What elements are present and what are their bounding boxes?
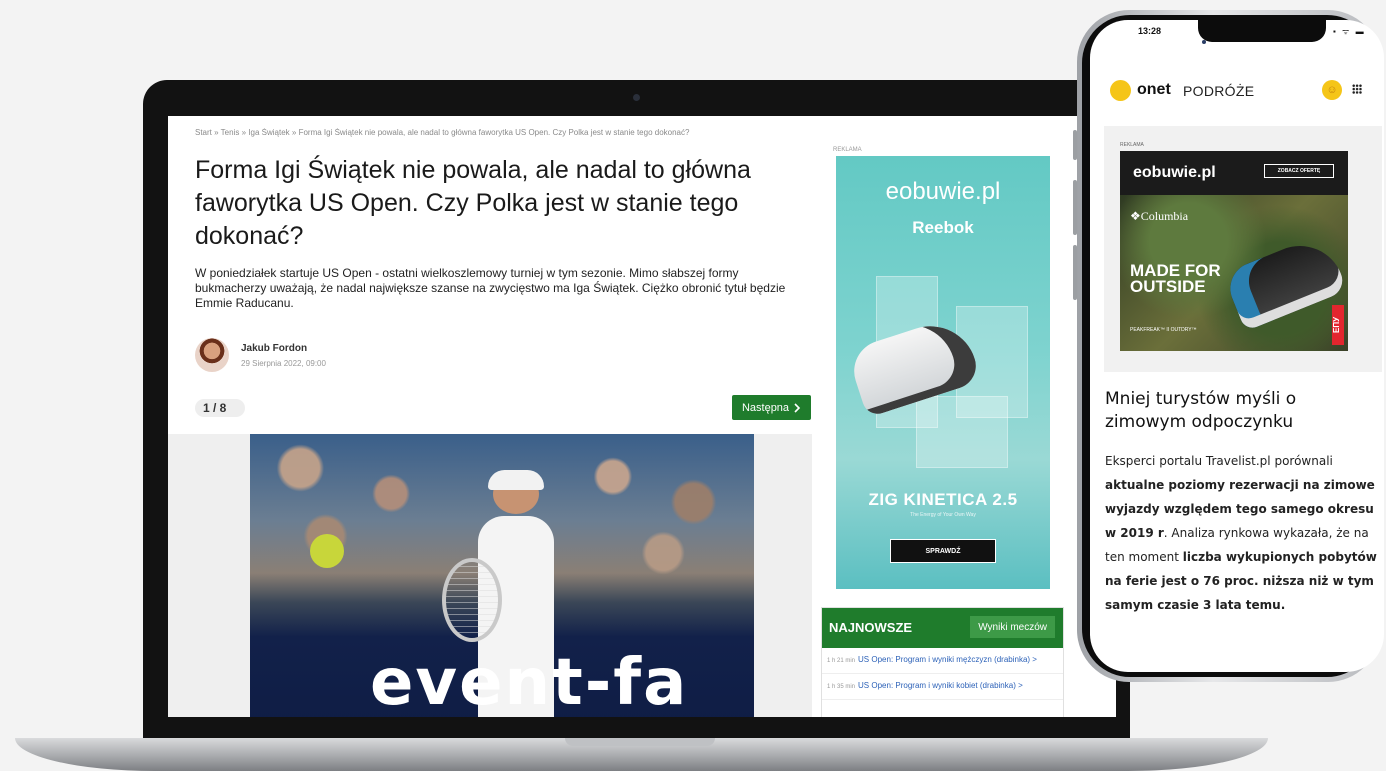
ad-badge: ЕПУ	[1332, 305, 1344, 345]
match-results-button[interactable]: Wyniki meczów	[970, 616, 1055, 638]
breadcrumb-iga-swiatek[interactable]: Iga Świątek	[248, 128, 289, 137]
ad-banner[interactable]: eobuwie.pl Reebok ZIG KINETICA 2.5 The E…	[836, 156, 1050, 589]
breadcrumb: Start » Tenis » Iga Świątek » Forma Igi …	[195, 128, 690, 137]
publish-date: 29 Sierpnia 2022, 09:00	[241, 359, 326, 368]
volume-down-button	[1073, 245, 1077, 300]
onet-logo[interactable]: onet	[1137, 81, 1171, 99]
list-item[interactable]: 1 h 21 min US Open: Program i wyniki mężc…	[822, 648, 1063, 674]
section-name[interactable]: PODRÓŻE	[1183, 83, 1254, 99]
ad-cta-button[interactable]: ZOBACZ OFERTĘ	[1264, 164, 1334, 178]
user-account-button[interactable]: ☺	[1322, 80, 1342, 100]
author-avatar[interactable]	[195, 338, 229, 372]
racket-icon	[442, 558, 502, 642]
laptop-screen: Start » Tenis » Iga Świątek » Forma Igi …	[168, 116, 1116, 717]
ad-headline: MADE FOR OUTSIDE	[1130, 261, 1221, 296]
ad-label: REKLAMA	[1120, 142, 1144, 148]
article-lead: W poniedziałek startuje US Open - ostatn…	[195, 266, 786, 310]
front-camera	[1202, 40, 1206, 44]
next-slide-button[interactable]: Następna	[732, 395, 811, 420]
user-icon: ☺	[1326, 84, 1338, 96]
chevron-right-icon	[794, 402, 801, 413]
ad-sub-brand: Reebok	[912, 218, 974, 237]
latest-news-header: NAJNOWSZE Wyniki meczów	[822, 608, 1063, 648]
gallery-photo[interactable]: event-fa	[250, 434, 754, 717]
list-item[interactable]: 1 h 35 min US Open: Program i wyniki kobi…	[822, 674, 1063, 700]
ad-brand: eobuwie.pl	[885, 178, 1001, 205]
breadcrumb-tenis[interactable]: Tenis	[221, 128, 240, 137]
banner-text: event-fa	[370, 646, 689, 717]
ad-product: ZIG KINETICA 2.5	[868, 490, 1018, 509]
onet-logo-dot-icon	[1110, 80, 1131, 101]
gallery-counter: 1 / 8	[195, 399, 245, 417]
article-title: Forma Igi Świątek nie powala, ale nadal …	[195, 156, 751, 250]
columbia-logo: ❖Columbia	[1130, 209, 1189, 223]
ad-product: PEAKFREAK™ II OUTDRY™	[1130, 327, 1197, 333]
article-body: Eksperci portalu Travelist.pl porównali …	[1105, 454, 1377, 612]
ad-cta-button[interactable]: SPRAWDŹ	[890, 539, 996, 563]
article-title[interactable]: Mniej turystów myśli o zimowym odpoczynk…	[1105, 388, 1375, 434]
volume-up-button	[1073, 180, 1077, 235]
tennis-ball-icon	[310, 534, 344, 568]
next-slide-label: Następna	[741, 401, 790, 414]
status-icons: ▪ ᯤ ▬	[1333, 27, 1366, 36]
mute-switch	[1073, 130, 1077, 160]
ad-tagline: The Energy of Your Own Way	[910, 512, 976, 518]
camera	[633, 94, 640, 101]
phone-screen: 13:28 ▪ ᯤ ▬ onet PODRÓŻE ☺ REKLAMA eobuw…	[1090, 20, 1384, 672]
status-time: 13:28	[1138, 26, 1162, 36]
ad-banner-mobile[interactable]: eobuwie.pl ZOBACZ OFERTĘ ❖Columbia MADE …	[1120, 151, 1348, 351]
laptop-hinge-notch	[565, 738, 715, 746]
apps-grid-icon[interactable]	[1352, 84, 1362, 94]
ad-label: REKLAMA	[833, 147, 862, 153]
ad-brand: eobuwie.pl	[1133, 164, 1216, 181]
latest-news-title: NAJNOWSZE	[829, 620, 913, 635]
latest-news-box: NAJNOWSZE Wyniki meczów 1 h 21 min US Ope…	[821, 607, 1064, 717]
author-name[interactable]: Jakub Fordon	[241, 343, 307, 354]
phone-notch	[1198, 20, 1326, 42]
breadcrumb-start[interactable]: Start	[195, 128, 212, 137]
breadcrumb-current: Forma Igi Świątek nie powala, ale nadal …	[298, 128, 690, 137]
